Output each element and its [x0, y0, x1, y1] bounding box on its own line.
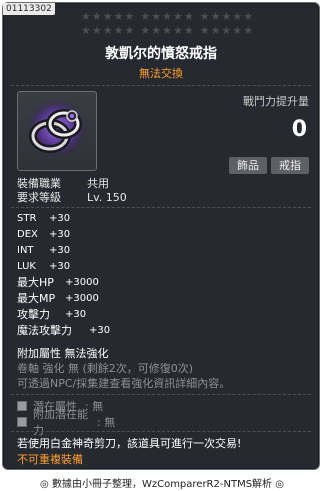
- stat-row-dex: DEX +30: [17, 227, 110, 243]
- star-icon: ★: [232, 10, 243, 23]
- divider: [11, 85, 311, 86]
- star-icon: ★: [102, 24, 113, 37]
- additional-potential-value: : 無: [97, 416, 116, 429]
- star-icon: ★: [91, 10, 102, 23]
- stat-value: +30: [65, 309, 87, 320]
- enhance-hint: 可透過NPC/採集建查看強化資訊詳細內容。: [17, 377, 231, 390]
- stat-label: STR: [17, 213, 37, 224]
- stat-value: +30: [49, 261, 71, 272]
- star-icon: ★: [172, 10, 183, 23]
- ring-icon: [27, 98, 87, 158]
- star-icon: ★: [80, 10, 91, 23]
- item-name: 敦凱尔的憤怒戒指: [105, 46, 217, 62]
- star-icon: ★: [124, 10, 135, 23]
- star-icon: ★: [162, 24, 172, 37]
- stat-label: 攻擊力: [17, 308, 50, 321]
- star-icon: ★: [80, 24, 91, 37]
- divider: [11, 394, 311, 395]
- star-icon: ★: [113, 10, 124, 23]
- stat-value: +30: [49, 229, 71, 240]
- stat-row-luk: LUK +30: [17, 259, 110, 275]
- category-tags: 飾品 戒指: [229, 157, 309, 174]
- enhancement-info: 附加屬性 無法強化 卷軸 強化 無 (剩餘2次，可修復0次) 可透過NPC/採集…: [17, 346, 230, 391]
- tag-accessory: 飾品: [229, 157, 267, 174]
- stat-label: 魔法攻擊力: [17, 324, 72, 337]
- requirements: 裝備職業 共用 要求等級 Lv. 150: [17, 177, 127, 205]
- star-icon: ★: [232, 24, 243, 37]
- star-icon: ★: [210, 10, 221, 23]
- star-group: ★ ★ ★ ★ ★: [200, 11, 253, 25]
- stat-row-int: INT +30: [17, 243, 110, 259]
- req-job-value: 共用: [87, 177, 109, 190]
- req-job-label: 裝備職業: [17, 177, 61, 190]
- star-group: ★ ★ ★ ★ ★: [200, 25, 253, 39]
- star-icon: ★: [199, 24, 210, 37]
- star-row-2: ★ ★ ★ ★ ★ ★ ★ ★ ★ ★ ★ ★ ★ ★ ★: [67, 25, 267, 39]
- stat-row-str: STR +30: [17, 211, 110, 227]
- additional-potential-label: 附加潛在能力: [33, 408, 88, 437]
- trade-restriction: 無法交換: [139, 67, 183, 80]
- star-icon: ★: [140, 10, 151, 23]
- stat-label: 最大MP: [17, 292, 56, 305]
- tag-ring: 戒指: [271, 157, 309, 174]
- star-icon: ★: [151, 10, 162, 23]
- stat-row-max-mp: 最大MP +3000: [17, 291, 110, 307]
- scroll-upgrade: 卷軸 強化 無 (剩餘2次，可修復0次): [17, 362, 194, 375]
- req-level-label: 要求等級: [17, 191, 61, 204]
- stat-value: +30: [89, 325, 111, 336]
- star-force-display: ★ ★ ★ ★ ★ ★ ★ ★ ★ ★ ★ ★ ★ ★ ★ ★ ★ ★ ★ ★ ★ ★ ★ ★ ★ ★ ★ ★ ★ ★: [67, 11, 267, 39]
- stat-label: LUK: [17, 261, 36, 272]
- stat-label: INT: [17, 245, 34, 256]
- stat-label: 最大HP: [17, 276, 54, 289]
- star-icon: ★: [221, 24, 232, 37]
- star-icon: ★: [102, 10, 113, 23]
- stat-list: STR +30 DEX +30 INT +30 LUK +30 最大HP +30…: [17, 211, 110, 339]
- star-icon: ★: [183, 10, 194, 23]
- potential-icon: [17, 401, 27, 411]
- combat-power-label: 戰鬥力提升量: [243, 95, 309, 108]
- item-tooltip: 01113302 ★ ★ ★ ★ ★ ★ ★ ★ ★ ★ ★ ★ ★ ★ ★ ★ ★ ★ ★ ★ ★ ★ ★ ★ ★ ★…: [2, 2, 320, 470]
- item-id: 01113302: [3, 3, 55, 15]
- star-icon: ★: [221, 10, 232, 23]
- stat-value: +30: [49, 245, 71, 256]
- star-icon: ★: [210, 24, 221, 37]
- star-icon: ★: [162, 10, 172, 23]
- stat-value: +3000: [65, 293, 99, 304]
- star-group: ★ ★ ★ ★ ★: [140, 25, 193, 39]
- star-icon: ★: [199, 10, 210, 23]
- star-icon: ★: [113, 24, 124, 37]
- star-icon: ★: [172, 24, 183, 37]
- divider: [11, 207, 311, 208]
- footer-credit: ◎ 數據由小冊子整理，WzComparerR2-NTMS解析 ◎: [40, 479, 284, 490]
- stat-value: +30: [49, 213, 71, 224]
- star-group: ★ ★ ★ ★ ★: [81, 11, 134, 25]
- potential-section: 潛在屬性 : 無 附加潛在能力 : 無: [17, 398, 116, 437]
- stat-value: +3000: [65, 277, 99, 288]
- stat-row-magic-attack: 魔法攻擊力 +30: [17, 323, 110, 339]
- divider: [11, 431, 311, 432]
- req-job-row: 裝備職業 共用: [17, 177, 127, 191]
- combat-power-value: 0: [291, 117, 307, 142]
- star-icon: ★: [183, 24, 194, 37]
- req-level-value: Lv. 150: [87, 191, 127, 204]
- star-icon: ★: [124, 24, 135, 37]
- stat-row-max-hp: 最大HP +3000: [17, 275, 110, 291]
- scissors-note: 若使用白金神奇剪刀，該道具可進行一次交易!: [17, 437, 242, 450]
- star-group: ★ ★ ★ ★ ★: [81, 25, 134, 39]
- star-icon: ★: [243, 24, 254, 37]
- star-icon: ★: [151, 24, 162, 37]
- star-row-1: ★ ★ ★ ★ ★ ★ ★ ★ ★ ★ ★ ★ ★ ★ ★: [67, 11, 267, 25]
- additional-potential-row: 附加潛在能力 : 無: [17, 408, 116, 437]
- req-level-row: 要求等級 Lv. 150: [17, 191, 127, 205]
- item-icon-frame: [17, 91, 97, 171]
- star-icon: ★: [140, 24, 151, 37]
- unique-equip-note: 不可重複裝備: [17, 453, 83, 466]
- star-icon: ★: [243, 10, 254, 23]
- star-group: ★ ★ ★ ★ ★: [140, 11, 193, 25]
- stat-label: DEX: [17, 229, 38, 240]
- stat-row-attack: 攻擊力 +30: [17, 307, 110, 323]
- additional-potential-icon: [17, 417, 27, 427]
- extra-attribute: 附加屬性 無法強化: [17, 347, 109, 360]
- star-icon: ★: [91, 24, 102, 37]
